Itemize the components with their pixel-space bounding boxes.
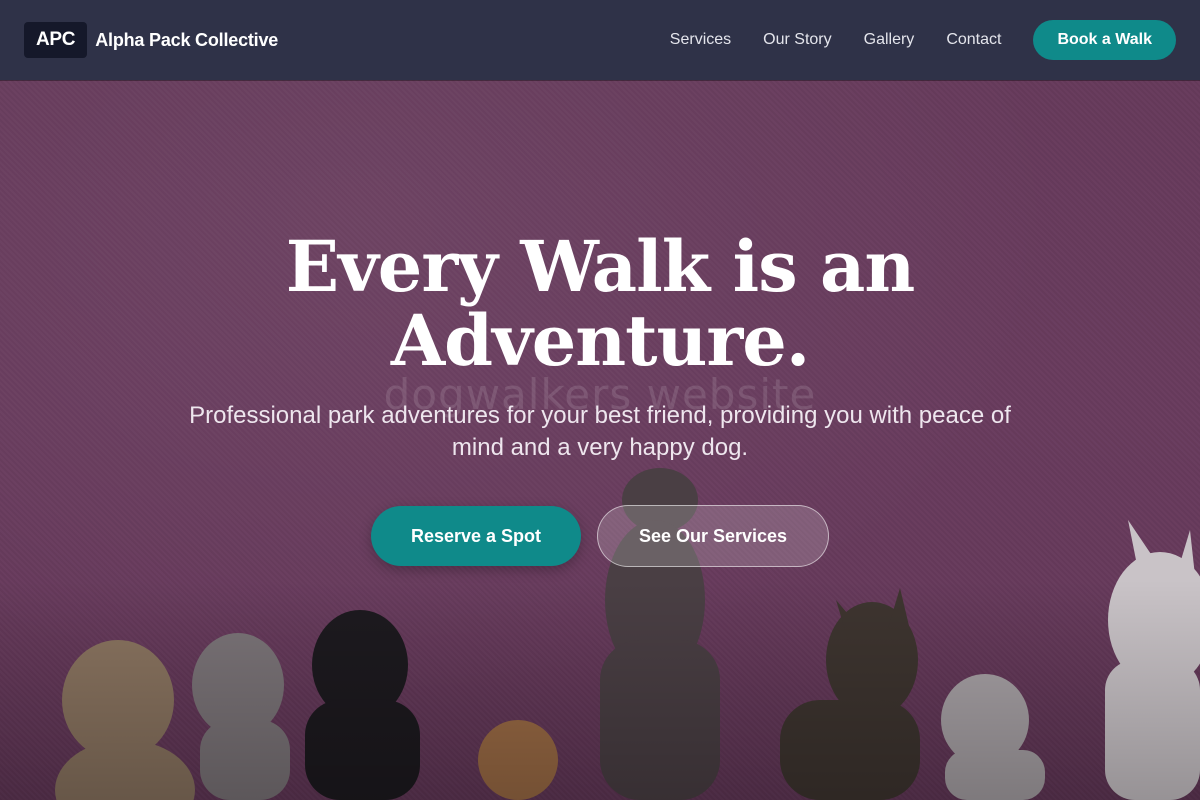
nav-link-services[interactable]: Services <box>670 31 731 49</box>
hero-title-line1: Every Walk is an <box>285 225 915 308</box>
top-navbar: APC Alpha Pack Collective Services Our S… <box>0 0 1200 80</box>
primary-nav: Services Our Story Gallery Contact Book … <box>670 20 1176 60</box>
hero-actions: Reserve a Spot See Our Services <box>0 505 1200 567</box>
nav-link-our-story[interactable]: Our Story <box>763 31 831 49</box>
nav-link-contact[interactable]: Contact <box>946 31 1001 49</box>
hero-subtitle: Professional park adventures for your be… <box>189 402 1011 461</box>
logo-badge[interactable]: APC <box>24 22 88 58</box>
reserve-spot-button[interactable]: Reserve a Spot <box>371 506 581 566</box>
book-a-walk-button[interactable]: Book a Walk <box>1033 20 1176 60</box>
hero-section: dogwalkers website Every Walk is an Adve… <box>0 80 1200 800</box>
brand-name[interactable]: Alpha Pack Collective <box>95 30 278 51</box>
nav-link-gallery[interactable]: Gallery <box>864 31 915 49</box>
hero-title: Every Walk is an Adventure. <box>0 230 1200 378</box>
see-services-button[interactable]: See Our Services <box>597 505 829 567</box>
hero-title-line2: Adventure. <box>390 299 810 382</box>
